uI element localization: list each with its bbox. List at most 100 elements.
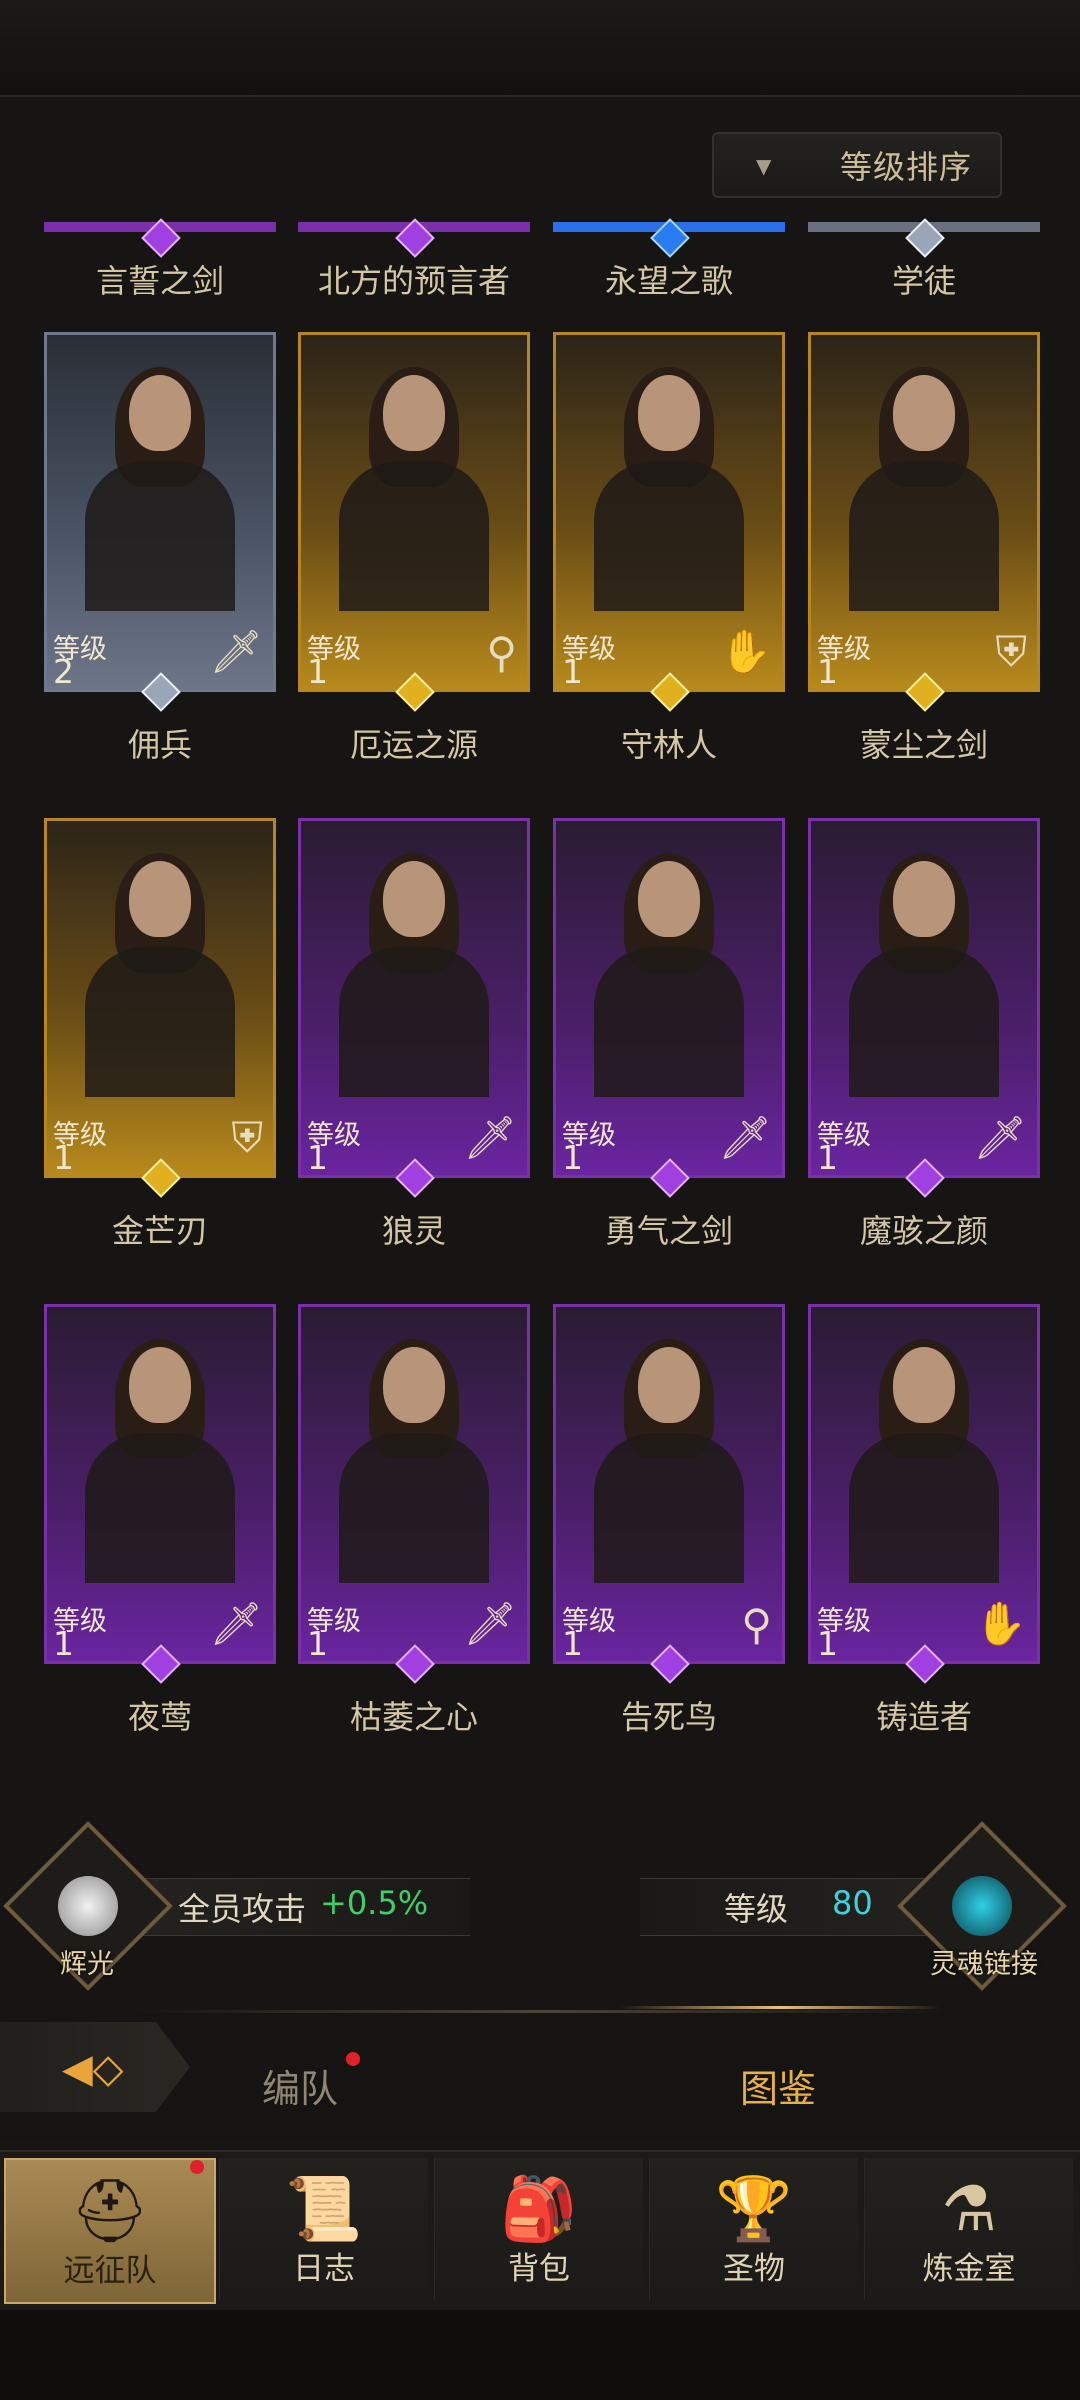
link-icon [952,1876,1012,1936]
hero-portrait [339,1339,489,1583]
hero-name[interactable]: 勇气之剑 [549,1206,789,1252]
sword-icon: 🗡 [209,627,263,676]
hero-card[interactable]: 等级 1 🗡 [44,1304,276,1664]
hero-name[interactable]: 告死鸟 [549,1692,789,1738]
sword-icon: 🗡 [463,1113,517,1162]
nav-item[interactable]: 📜 日志 [219,2158,428,2300]
hero-name[interactable]: 狼灵 [294,1206,534,1252]
nav-label: 远征队 [63,2253,157,2289]
portrait-armor [594,947,744,1097]
nav-item[interactable]: 🏆 圣物 [649,2158,858,2300]
hero-name[interactable]: 金芒刃 [40,1206,280,1252]
hero-name[interactable]: 学徒 [804,256,1044,302]
level-bar [640,1878,940,1936]
portrait-armor [849,461,999,611]
hero-card[interactable]: 等级 1 ✋ [808,1304,1040,1664]
level-value: 1 [562,1624,583,1663]
hero-portrait [339,853,489,1097]
hero-portrait [85,367,235,611]
portrait-armor [594,461,744,611]
portrait-armor [339,947,489,1097]
sword-icon: 🗡 [463,1599,517,1648]
portrait-face [129,1347,191,1423]
level-value: 1 [307,1624,328,1663]
sword-icon: 🗡 [973,1113,1027,1162]
hero-card[interactable]: 等级 1 🗡 [808,818,1040,1178]
hero-portrait [594,1339,744,1583]
hero-card[interactable]: 等级 1 ⛨ [44,818,276,1178]
hero-portrait [594,853,744,1097]
level-value: 1 [562,1138,583,1177]
nav-label: 背包 [508,2251,570,2287]
portrait-face [129,861,191,937]
attack-bonus-label: 全员攻击 [178,1890,307,1928]
portrait-armor [85,1433,235,1583]
level-value: 1 [817,652,838,691]
level-value: 1 [817,1624,838,1663]
hero-portrait [849,1339,999,1583]
hero-card[interactable]: 等级 1 🗡 [298,818,530,1178]
hero-card[interactable]: 等级 1 ⚲ [553,1304,785,1664]
active-tab-indicator [620,2006,940,2009]
hero-card[interactable]: 等级 1 🗡 [298,1304,530,1664]
hero-card[interactable]: 等级 1 ⛨ [808,332,1040,692]
hero-portrait [849,367,999,611]
hero-card[interactable]: 等级 1 ✋ [553,332,785,692]
tab-codex[interactable]: 图鉴 [740,2058,816,2113]
level-value: 1 [53,1138,74,1177]
portrait-armor [849,947,999,1097]
soul-link-label: 灵魂链接 [930,1949,1038,1980]
hero-portrait [85,853,235,1097]
hero-name[interactable]: 厄运之源 [294,720,534,766]
portrait-face [383,375,445,451]
hero-name[interactable]: 守林人 [549,720,789,766]
hero-name[interactable]: 铸造者 [804,1692,1044,1738]
portrait-armor [85,461,235,611]
portrait-armor [85,947,235,1097]
hero-name[interactable]: 枯萎之心 [294,1692,534,1738]
portrait-armor [339,1433,489,1583]
nav-item[interactable]: ⚗ 炼金室 [864,2158,1073,2300]
hero-portrait [339,367,489,611]
divider [130,2010,950,2013]
notification-dot [190,2160,204,2174]
hero-card[interactable]: 等级 2 🗡 [44,332,276,692]
hero-name[interactable]: 永望之歌 [549,256,789,302]
player-level-value: 80 [832,1884,873,1922]
hero-portrait [85,1339,235,1583]
nav-item[interactable]: 🎒 背包 [434,2158,643,2300]
radiance-label: 辉光 [60,1949,114,1980]
footer-band [0,2310,1080,2400]
nav-item[interactable]: ⛑ 远征队 [4,2158,216,2304]
hero-portrait [849,853,999,1097]
tab-formation[interactable]: 编队 [262,2058,338,2113]
portrait-face [638,375,700,451]
chalice-icon: 🏆 [715,2172,793,2245]
arrow-left-icon: ◀◇ [62,2046,124,2092]
hero-name[interactable]: 夜莺 [40,1692,280,1738]
portrait-face [638,1347,700,1423]
nav-label: 炼金室 [922,2251,1016,2287]
nav-label: 日志 [293,2251,355,2287]
level-value: 2 [53,652,74,691]
hero-name[interactable]: 佣兵 [40,720,280,766]
hero-name[interactable]: 魔骇之颜 [804,1206,1044,1252]
portrait-face [129,375,191,451]
level-value: 1 [817,1138,838,1177]
portrait-armor [339,461,489,611]
player-level-label: 等级 [724,1890,789,1928]
portrait-face [383,1347,445,1423]
alchemy-icon: ⚗ [941,2172,997,2245]
backpack-icon: 🎒 [500,2172,578,2245]
hero-name[interactable]: 蒙尘之剑 [804,720,1044,766]
level-value: 1 [307,1138,328,1177]
helmet-icon: ⛑ [70,2174,150,2247]
sword-icon: 🗡 [209,1599,263,1648]
hero-card[interactable]: 等级 1 🗡 [553,818,785,1178]
portrait-face [893,861,955,937]
hero-card[interactable]: 等级 1 ⚲ [298,332,530,692]
map-scroll-icon: 📜 [285,2172,363,2245]
hero-name[interactable]: 言誓之剑 [40,256,280,302]
hero-name[interactable]: 北方的预言者 [294,256,534,302]
portrait-face [638,861,700,937]
